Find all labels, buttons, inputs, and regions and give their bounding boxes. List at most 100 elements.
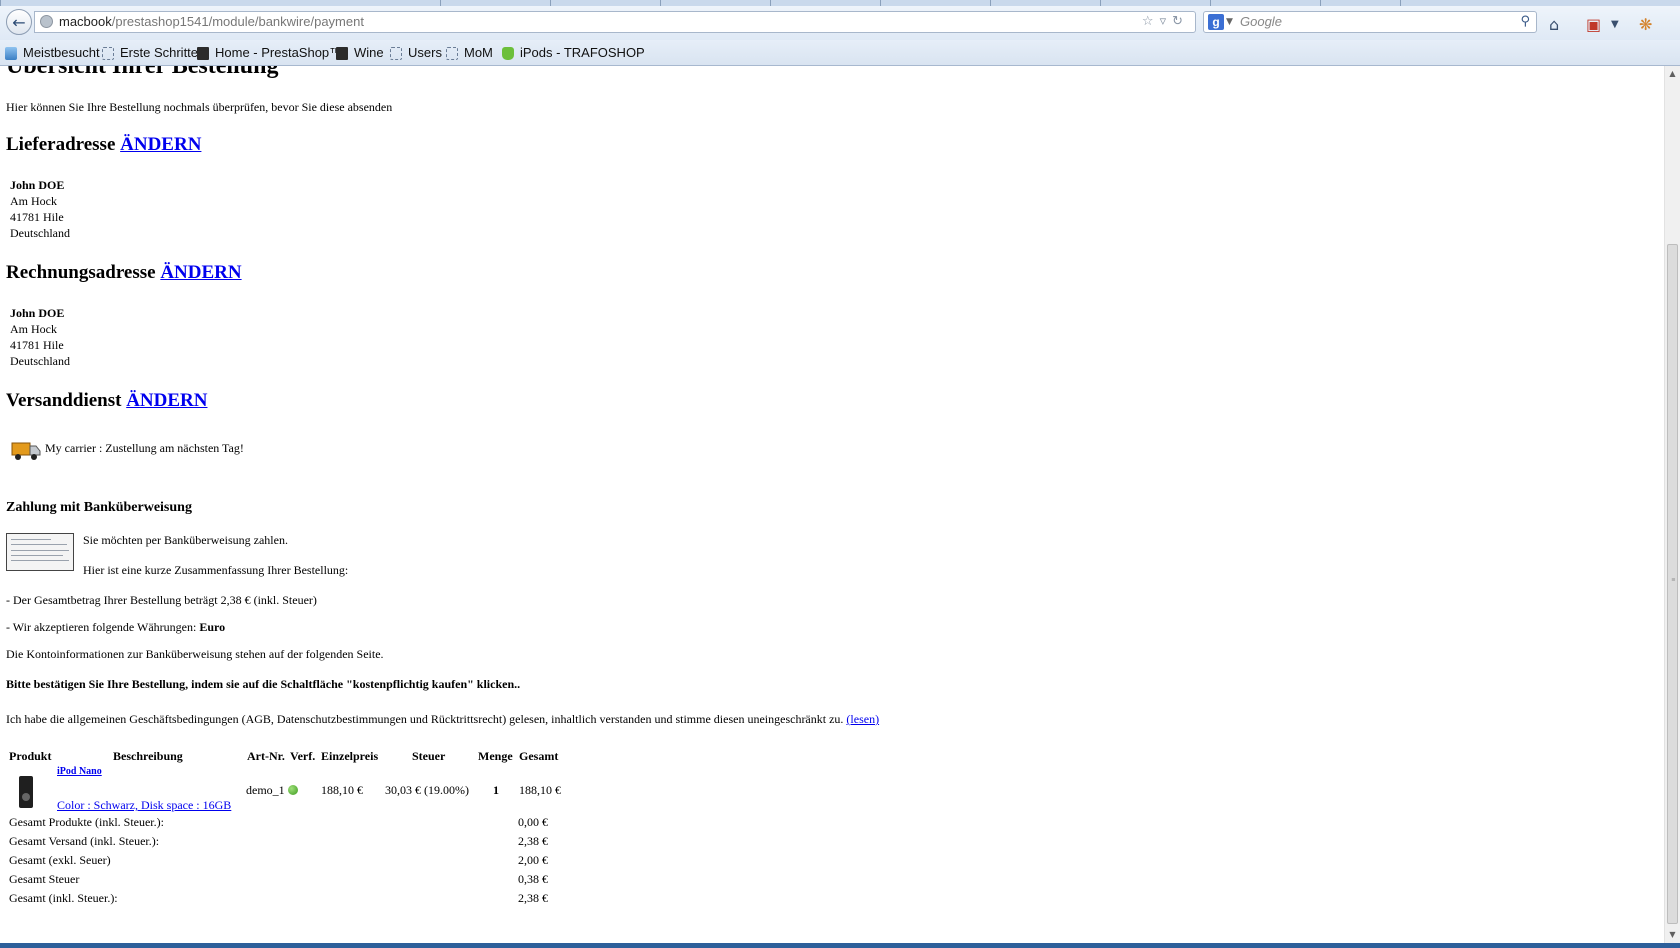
invoice-name: John DOE — [10, 306, 65, 320]
invoice-city: 41781 Hile — [10, 338, 64, 352]
product-thumbnail[interactable] — [19, 776, 33, 808]
table-row: iPod Nano — [57, 766, 102, 777]
engine-dropdown-icon[interactable]: ▼ — [1226, 12, 1233, 32]
terms-line: Ich habe die allgemeinen Geschäftsbeding… — [6, 712, 880, 726]
payment-heading: Zahlung mit Banküberweisung — [6, 500, 192, 515]
payment-line-1: Sie möchten per Banküberweisung zahlen. — [83, 533, 288, 547]
confirm-instruction: Bitte bestätigen Sie Ihre Bestellung, in… — [6, 677, 521, 691]
bookmark-erste-schritte[interactable]: Erste Schritte — [102, 44, 198, 62]
google-engine-icon[interactable]: g — [1208, 14, 1224, 30]
delivery-address-heading: Lieferadresse ÄNDERN — [6, 134, 202, 155]
col-header-total: Gesamt — [519, 749, 559, 763]
col-header-quantity: Menge — [478, 749, 513, 763]
invoice-country: Deutschland — [10, 354, 70, 368]
currency-line: - Wir akzeptieren folgende Währungen: Eu… — [6, 620, 226, 634]
addon-dropdown-icon[interactable]: ▼ — [1611, 15, 1619, 35]
prestashop-icon — [336, 46, 348, 60]
product-ref: demo_1 — [246, 783, 298, 798]
total-products-value: 0,00 € — [518, 815, 548, 829]
delivery-street: Am Hock — [10, 194, 57, 208]
pdf-addon-icon[interactable]: ▣ — [1586, 15, 1601, 35]
home-icon[interactable]: ⌂ — [1549, 15, 1559, 35]
product-attributes: Color : Schwarz, Disk space : 16GB — [57, 798, 231, 813]
intro-text: Hier können Sie Ihre Bestellung nochmals… — [6, 100, 393, 114]
scrollbar-thumb[interactable]: ≡ — [1667, 244, 1678, 924]
product-name-link[interactable]: iPod Nano — [57, 766, 102, 777]
col-header-tax: Steuer — [412, 749, 446, 763]
total-tax-label: Gesamt Steuer — [9, 872, 80, 886]
bankwire-logo — [6, 533, 74, 571]
currency-name: Euro — [199, 620, 226, 634]
total-incl-tax-label: Gesamt (inkl. Steuer.): — [9, 891, 118, 905]
back-button[interactable]: ← — [6, 9, 32, 35]
url-bar-controls: ☆▿↻ — [1142, 12, 1189, 32]
taskbar-edge — [0, 943, 1680, 948]
delivery-country: Deutschland — [10, 226, 70, 240]
bookmark-ipods-trafoshop[interactable]: iPods - TRAFOSHOP — [502, 44, 645, 62]
bookmark-wine[interactable]: Wine — [336, 44, 384, 62]
bookmark-icon — [102, 46, 114, 60]
back-arrow-icon: ← — [12, 12, 26, 32]
total-tax-value: 0,38 € — [518, 872, 548, 886]
bookmark-meistbesucht[interactable]: Meistbesucht — [5, 44, 100, 62]
product-total: 188,10 € — [519, 783, 561, 797]
product-quantity: 1 — [493, 783, 499, 797]
col-header-description: Beschreibung — [113, 749, 183, 763]
shipping-heading: Versanddienst ÄNDERN — [6, 390, 208, 411]
url-text: macbook/prestashop1541/module/bankwire/p… — [59, 14, 364, 29]
bookmark-mom[interactable]: MoM — [446, 44, 493, 62]
bookmark-icon — [446, 46, 458, 60]
search-icon[interactable]: ⚲ — [1520, 12, 1530, 32]
search-placeholder: Google — [1240, 14, 1282, 29]
delivery-city: 41781 Hile — [10, 210, 64, 224]
account-info-line: Die Kontoinformationen zur Banküberweisu… — [6, 647, 384, 661]
order-total-line: - Der Gesamtbetrag Ihrer Bestellung betr… — [6, 593, 317, 607]
scroll-down-arrow-icon[interactable]: ▼ — [1665, 927, 1680, 943]
bookmark-home-prestashop[interactable]: Home - PrestaShop™ — [197, 44, 342, 62]
terms-read-link[interactable]: (lesen) — [846, 712, 879, 726]
navigation-toolbar: ← macbook/prestashop1541/module/bankwire… — [0, 6, 1680, 40]
total-shipping-label: Gesamt Versand (inkl. Steuer.): — [9, 834, 160, 848]
product-attributes-link[interactable]: Color : Schwarz, Disk space : 16GB — [57, 798, 231, 812]
total-incl-tax-value: 2,38 € — [518, 891, 548, 905]
page-content: Übersicht Ihrer Bestellung Hier können S… — [0, 66, 1664, 943]
url-bar[interactable]: macbook/prestashop1541/module/bankwire/p… — [34, 11, 1196, 33]
truck-icon — [11, 442, 41, 460]
page-title: Übersicht Ihrer Bestellung — [6, 66, 279, 79]
col-header-product: Produkt — [9, 749, 52, 763]
search-bar[interactable]: g ▼ Google ⚲ — [1203, 11, 1537, 33]
col-header-ref: Art-Nr. — [247, 749, 285, 763]
bookmark-star-icon[interactable]: ☆ — [1142, 14, 1160, 29]
bookmark-icon — [390, 46, 402, 60]
total-excl-tax-value: 2,00 € — [518, 853, 548, 867]
carrier-description: My carrier : Zustellung am nächsten Tag! — [45, 441, 244, 455]
prestashop-icon — [197, 46, 209, 60]
invoice-address: John DOE Am Hock 41781 Hile Deutschland — [10, 305, 70, 369]
shipping-change-link[interactable]: ÄNDERN — [126, 390, 207, 411]
bookmarks-toolbar: Meistbesucht Erste Schritte Home - Prest… — [0, 40, 1680, 66]
delivery-address-change-link[interactable]: ÄNDERN — [120, 134, 201, 155]
col-header-availability: Verf. — [290, 749, 316, 763]
site-identity-icon[interactable] — [40, 15, 53, 28]
firebug-icon[interactable]: ❋ — [1639, 15, 1652, 35]
history-dropdown-icon[interactable]: ▿ — [1160, 14, 1173, 29]
invoice-address-heading: Rechnungsadresse ÄNDERN — [6, 262, 242, 283]
invoice-street: Am Hock — [10, 322, 57, 336]
delivery-address: John DOE Am Hock 41781 Hile Deutschland — [10, 177, 70, 241]
vertical-scrollbar[interactable]: ▲ ≡ ▼ — [1664, 66, 1680, 943]
reload-icon[interactable]: ↻ — [1172, 14, 1189, 29]
scroll-grip-icon: ≡ — [1671, 576, 1676, 584]
col-header-unit-price: Einzelpreis — [321, 749, 379, 763]
product-tax: 30,03 € (19.00%) — [385, 783, 469, 797]
available-icon — [287, 785, 298, 795]
invoice-address-change-link[interactable]: ÄNDERN — [160, 262, 241, 283]
product-unit-price: 188,10 € — [321, 783, 363, 797]
bookmark-users[interactable]: Users — [390, 44, 442, 62]
most-visited-icon — [5, 46, 17, 60]
scroll-up-arrow-icon[interactable]: ▲ — [1665, 66, 1680, 82]
total-shipping-value: 2,38 € — [518, 834, 548, 848]
android-icon — [502, 46, 514, 60]
total-excl-tax-label: Gesamt (exkl. Seuer) — [9, 853, 111, 867]
delivery-name: John DOE — [10, 178, 65, 192]
payment-line-2: Hier ist eine kurze Zusammenfassung Ihre… — [83, 563, 349, 577]
